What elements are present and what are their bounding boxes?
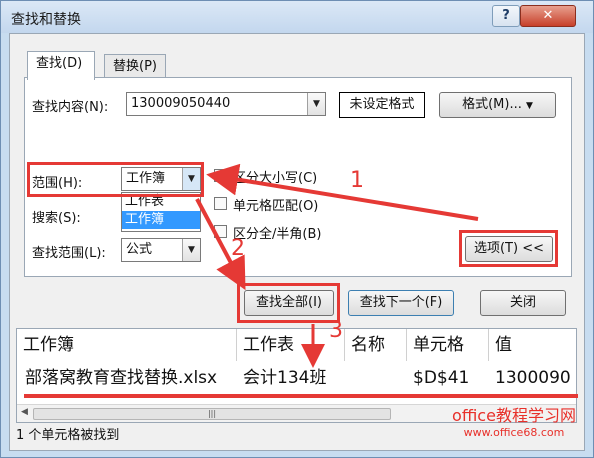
find-next-button[interactable]: 查找下一个(F) (348, 290, 454, 316)
dialog-title: 查找和替换 (11, 12, 81, 28)
search-label: 搜索(S): (32, 211, 81, 226)
column-header-workbook[interactable]: 工作簿 (17, 329, 237, 361)
cell-sheet: 会计134班 (243, 368, 327, 388)
match-cell-checkbox[interactable] (214, 197, 227, 210)
chevron-down-icon[interactable]: ▼ (307, 93, 325, 115)
annotation-box-options (459, 230, 558, 267)
match-cell-label: 单元格匹配(O) (233, 199, 319, 214)
scroll-thumb[interactable]: ||| (33, 408, 391, 420)
match-case-label: 区分大小写(C) (233, 171, 318, 186)
close-button[interactable]: 关闭 (480, 290, 566, 316)
watermark-title: office教程学习网 (452, 406, 576, 425)
watermark: office教程学习网 www.office68.com (436, 402, 592, 439)
status-text: 1 个单元格被找到 (16, 428, 120, 443)
scope-option-workbook[interactable]: 工作簿 (122, 211, 200, 229)
cell-workbook: 部落窝教育查找替换.xlsx (25, 368, 218, 388)
annotation-box-find-all (237, 283, 340, 323)
title-bar: 查找和替换 ? ✕ (1, 1, 593, 33)
find-what-label: 查找内容(N): (32, 100, 109, 115)
close-window-button[interactable]: ✕ (520, 5, 576, 27)
no-format-preview: 未设定格式 (339, 92, 425, 118)
chevron-down-icon: ▼ (525, 101, 533, 111)
chevron-down-icon[interactable]: ▼ (182, 239, 200, 261)
match-width-label: 区分全/半角(B) (233, 227, 322, 242)
tab-find[interactable]: 查找(D) (27, 51, 95, 80)
look-in-select[interactable]: 公式 ▼ (121, 238, 201, 262)
format-button-label: 格式(M)... (462, 97, 522, 112)
format-button[interactable]: 格式(M)... ▼ (439, 92, 556, 118)
find-what-input[interactable]: 130009050440 ▼ (126, 92, 326, 116)
annotation-box-scope (27, 162, 204, 197)
cell-address: $D$41 (413, 368, 470, 388)
scroll-left-icon[interactable]: ◀ (21, 407, 28, 417)
watermark-url: www.office68.com (463, 426, 565, 439)
cell-value: 1300090 (495, 368, 571, 388)
look-in-value: 公式 (126, 242, 153, 257)
match-case-checkbox[interactable] (214, 169, 227, 182)
annotation-number-1: 1 (350, 168, 364, 193)
look-in-label: 查找范围(L): (32, 246, 106, 261)
help-button[interactable]: ? (492, 5, 520, 27)
find-what-value: 130009050440 (131, 96, 231, 111)
column-header-name[interactable]: 名称 (345, 329, 407, 361)
annotation-number-2: 2 (231, 236, 245, 261)
column-header-cell[interactable]: 单元格 (407, 329, 489, 361)
scope-dropdown-list: 工作表 工作簿 (121, 192, 201, 232)
annotation-number-3: 3 (329, 318, 343, 343)
column-header-value[interactable]: 值 (489, 329, 576, 361)
cell-name (345, 363, 351, 393)
match-width-checkbox[interactable] (214, 225, 227, 238)
